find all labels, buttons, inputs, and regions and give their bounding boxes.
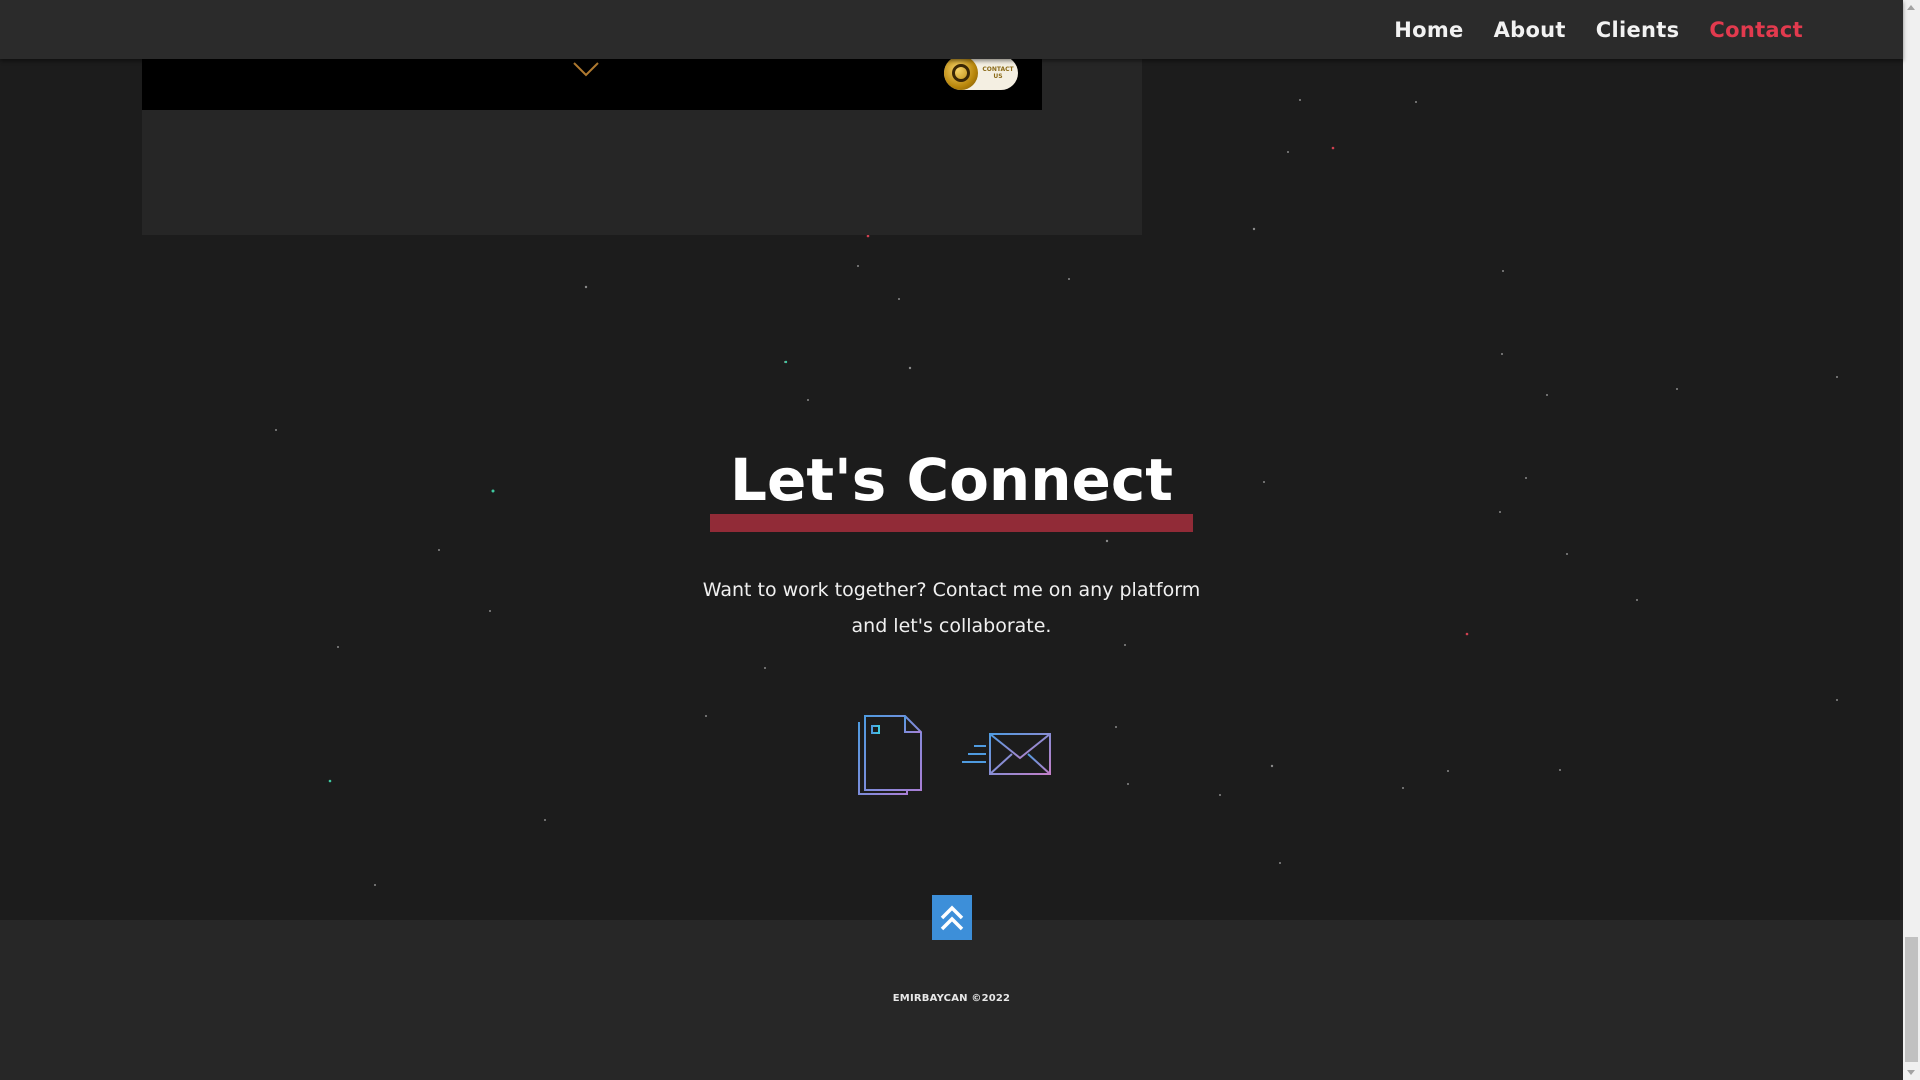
heading-underline (710, 514, 1193, 532)
contact-us-badge[interactable]: CONTACT US (944, 56, 1018, 90)
connect-section: Let's Connect Want to work together? Con… (0, 430, 1903, 644)
nav-links: Home About Clients Contact (1394, 0, 1803, 59)
badge-label: CONTACT US (982, 66, 1014, 80)
connect-description: Want to work together? Contact me on any… (702, 579, 1201, 637)
scroll-up-arrow-icon[interactable] (1907, 5, 1915, 10)
nav-contact-link[interactable]: Contact (1709, 18, 1803, 42)
contact-icons (855, 712, 1052, 796)
scroll-thumb[interactable] (1905, 937, 1918, 1062)
copyright-text: EMIRBAYCAN ©2022 (892, 993, 1011, 1004)
connect-heading: Let's Connect (710, 430, 1193, 532)
nav-about-link[interactable]: About (1494, 18, 1566, 42)
coin-logo-icon (944, 56, 978, 90)
scroll-down-arrow-icon[interactable] (1907, 1070, 1915, 1075)
double-chevron-up-icon (940, 905, 964, 930)
chevron-down-icon (573, 62, 599, 77)
back-to-top-button[interactable] (932, 895, 972, 940)
top-navbar: Home About Clients Contact (0, 0, 1903, 59)
document-icon[interactable] (855, 712, 925, 796)
envelope-icon[interactable] (960, 730, 1052, 778)
page-scrollbar[interactable] (1903, 0, 1920, 1080)
nav-clients-link[interactable]: Clients (1596, 18, 1680, 42)
nav-home-link[interactable]: Home (1394, 18, 1463, 42)
connect-heading-text: Let's Connect (730, 446, 1173, 514)
